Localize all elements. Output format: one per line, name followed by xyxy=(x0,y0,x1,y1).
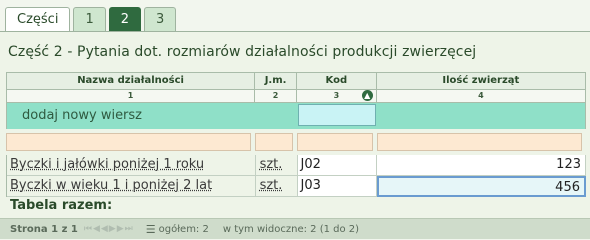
row-ilosc-cell-selected[interactable]: 456 xyxy=(377,176,586,197)
column-number: 4 xyxy=(478,91,484,100)
pager-nav-icons[interactable]: ⏮◀◀▶▶⏭ xyxy=(84,224,134,234)
visible-count: w tym widoczne: 2 (1 do 2) xyxy=(222,223,360,235)
row-kod[interactable]: J03 xyxy=(297,176,378,197)
total-count: ogółem: 2 xyxy=(158,223,209,235)
filter-row xyxy=(6,133,586,153)
table-total-label: Tabela razem: xyxy=(10,198,113,213)
tab-bar: Części 1 2 3 xyxy=(5,7,177,31)
column-header-kod[interactable]: Kod xyxy=(297,73,377,89)
column-header-nazwa[interactable]: Nazwa działalności xyxy=(7,73,256,89)
filter-input-ilosc[interactable] xyxy=(377,133,582,151)
data-grid: Nazwa działalności J.m. Kod Ilość zwierz… xyxy=(6,72,586,197)
add-new-row[interactable]: dodaj nowy wiersz xyxy=(6,103,586,129)
column-number: 1 xyxy=(7,90,256,102)
new-row-kod-input[interactable] xyxy=(298,104,376,126)
pager-bar: Strona 1 z 1 ⏮◀◀▶▶⏭ ☰ ogółem: 2 w tym wi… xyxy=(0,218,590,239)
row-nazwa-link[interactable]: Byczki i jałówki poniżej 1 roku xyxy=(7,155,256,176)
grid-header: Nazwa działalności J.m. Kod Ilość zwierz… xyxy=(6,72,586,89)
column-number: 2 xyxy=(255,90,297,102)
column-number: 3 ▲ xyxy=(297,90,377,102)
filter-input-nazwa[interactable] xyxy=(6,133,251,151)
list-icon: ☰ xyxy=(145,222,156,236)
column-header-jm[interactable]: J.m. xyxy=(255,73,297,89)
column-number-row: 1 2 3 ▲ 4 xyxy=(6,89,586,103)
filter-input-jm[interactable] xyxy=(255,133,293,151)
table-row: Byczki w wieku 1 i poniżej 2 lat szt. J0… xyxy=(6,176,586,197)
tab-2[interactable]: 2 xyxy=(108,7,141,31)
tab-3[interactable]: 3 xyxy=(144,7,177,31)
filter-input-kod[interactable] xyxy=(297,133,373,151)
add-row-label[interactable]: dodaj nowy wiersz xyxy=(7,103,256,129)
page-indicator: Strona 1 z 1 xyxy=(10,223,78,235)
column-header-ilosc[interactable]: Ilość zwierząt xyxy=(377,73,585,89)
tab-1[interactable]: 1 xyxy=(73,7,106,31)
row-nazwa-link[interactable]: Byczki w wieku 1 i poniżej 2 lat xyxy=(7,176,256,197)
row-kod[interactable]: J02 xyxy=(297,155,378,176)
table-row: Byczki i jałówki poniżej 1 roku szt. J02… xyxy=(6,155,586,176)
tab-czesci[interactable]: Części xyxy=(5,7,71,31)
row-ilosc-cell[interactable]: 123 xyxy=(377,155,586,176)
page-title: Część 2 - Pytania dot. rozmiarów działal… xyxy=(8,44,477,60)
tab-panel: Część 2 - Pytania dot. rozmiarów działal… xyxy=(0,31,590,239)
row-jm-link[interactable]: szt. xyxy=(255,176,298,197)
row-jm-link[interactable]: szt. xyxy=(255,155,298,176)
sort-asc-icon[interactable]: ▲ xyxy=(361,90,373,101)
